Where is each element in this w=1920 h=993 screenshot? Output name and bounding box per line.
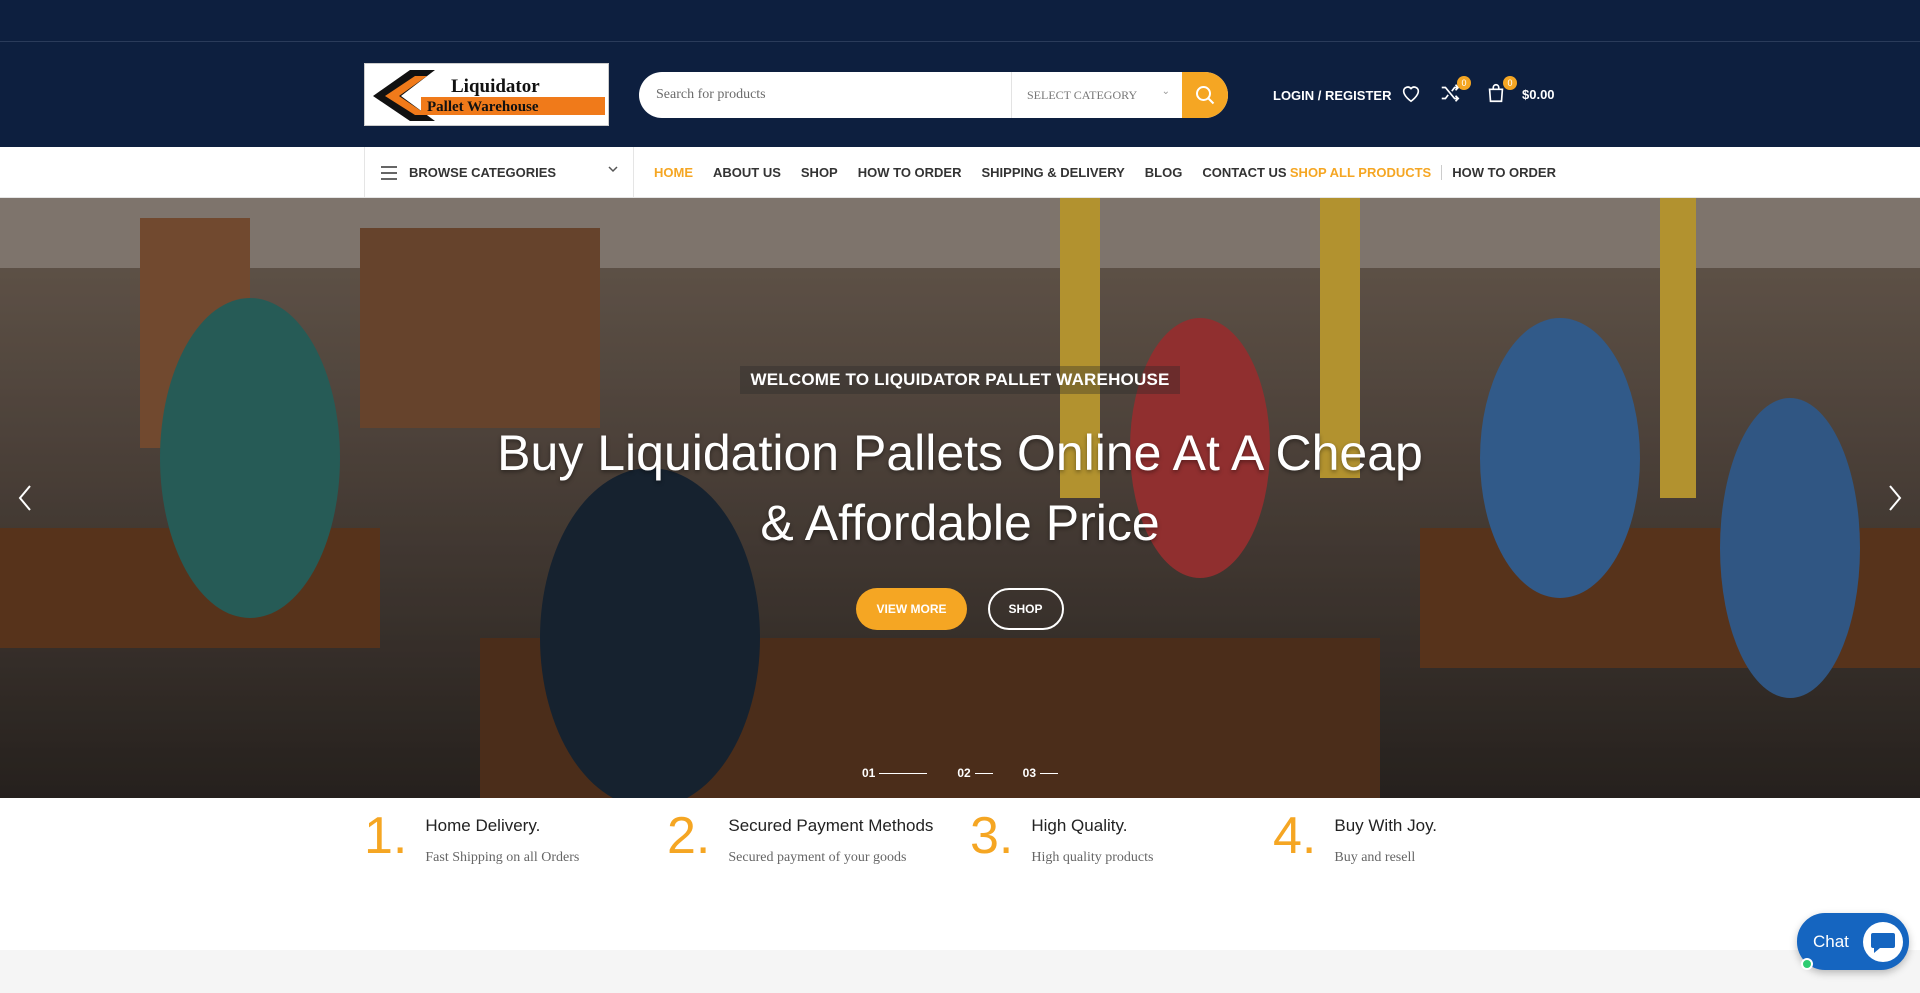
- compare-count-badge: 0: [1457, 76, 1471, 90]
- nav-shipping-delivery[interactable]: SHIPPING & DELIVERY: [982, 165, 1125, 180]
- category-select[interactable]: SELECT CATEGORY ⌄: [1011, 72, 1182, 118]
- search-icon: [1196, 86, 1215, 105]
- hero-kicker: WELCOME TO LIQUIDATOR PALLET WAREHOUSE: [0, 366, 1920, 394]
- compare-button[interactable]: 0: [1439, 76, 1471, 108]
- slide-progress-line: [974, 772, 993, 774]
- login-register-link[interactable]: LOGIN / REGISTER: [1273, 72, 1391, 118]
- feature-number: 3.: [970, 807, 1014, 865]
- nav-secondary: SHOP ALL PRODUCTS HOW TO ORDER: [1290, 147, 1556, 198]
- nav-home[interactable]: HOME: [654, 165, 693, 180]
- chat-bubble-icon: [1863, 922, 1903, 962]
- nav-about-us[interactable]: ABOUT US: [713, 165, 781, 180]
- chat-widget-button[interactable]: Chat: [1797, 913, 1909, 970]
- logo-text-1: Liquidator: [451, 76, 540, 97]
- feature-title: Secured Payment Methods: [728, 816, 934, 835]
- site-header: Liquidator Pallet Warehouse SELECT CATEG…: [0, 42, 1920, 147]
- feature-number: 4.: [1273, 807, 1317, 865]
- logo-text-2: Pallet Warehouse: [427, 99, 539, 115]
- slide-dot-2[interactable]: 02: [957, 766, 993, 780]
- nav-how-to-order[interactable]: HOW TO ORDER: [858, 165, 962, 180]
- category-select-label: SELECT CATEGORY: [1027, 87, 1138, 102]
- slide-dot-2-label: 02: [957, 766, 971, 780]
- chevron-down-icon: [608, 166, 618, 173]
- nav-shop[interactable]: SHOP: [801, 165, 838, 180]
- features-section: 1. Home Delivery. Fast Shipping on all O…: [0, 798, 1920, 950]
- search-button[interactable]: [1182, 72, 1228, 118]
- feature-item: 3. High Quality. High quality products: [970, 806, 1153, 866]
- slide-dot-1[interactable]: 01: [861, 766, 928, 780]
- slide-progress-line: [1040, 772, 1059, 774]
- chevron-left-icon[interactable]: [10, 478, 40, 518]
- search-input[interactable]: [639, 72, 1011, 118]
- shop-all-products-link[interactable]: SHOP ALL PRODUCTS: [1290, 165, 1443, 180]
- feature-item: 2. Secured Payment Methods Secured payme…: [667, 806, 933, 866]
- feature-description: Secured payment of your goods: [728, 850, 907, 865]
- heart-icon: [1402, 86, 1420, 103]
- feature-number: 2.: [667, 807, 711, 865]
- feature-item: 1. Home Delivery. Fast Shipping on all O…: [364, 806, 579, 866]
- cart-button[interactable]: 0: [1485, 76, 1517, 108]
- feature-title: Buy With Joy.: [1334, 816, 1438, 835]
- nav-blog[interactable]: BLOG: [1145, 165, 1183, 180]
- hamburger-icon: [381, 165, 397, 180]
- feature-title: High Quality.: [1031, 816, 1128, 835]
- hero-slider: WELCOME TO LIQUIDATOR PALLET WAREHOUSE B…: [0, 198, 1920, 798]
- chat-label: Chat: [1813, 931, 1849, 951]
- feature-title: Home Delivery.: [425, 816, 541, 835]
- wishlist-button[interactable]: [1400, 82, 1426, 108]
- hero-buttons: VIEW MORE SHOP: [0, 588, 1920, 630]
- cart-total[interactable]: $0.00: [1522, 87, 1555, 102]
- feature-item: 4. Buy With Joy. Buy and resell: [1273, 806, 1437, 866]
- site-logo[interactable]: Liquidator Pallet Warehouse: [364, 63, 609, 126]
- login-register-label: LOGIN / REGISTER: [1273, 87, 1392, 103]
- slider-pagination: 01 02 03: [0, 766, 1920, 780]
- slide-dot-3-label: 03: [1022, 766, 1037, 780]
- main-navbar: BROWSE CATEGORIES HOME ABOUT US SHOP HOW…: [0, 147, 1920, 198]
- search-bar: SELECT CATEGORY ⌄: [639, 72, 1228, 118]
- hero-title: Buy Liquidation Pallets Online At A Chea…: [460, 418, 1460, 558]
- feature-description: Buy and resell: [1334, 850, 1416, 865]
- feature-description: Fast Shipping on all Orders: [425, 850, 580, 865]
- feature-description: High quality products: [1031, 850, 1154, 865]
- nav-contact-us[interactable]: CONTACT US: [1202, 165, 1286, 180]
- slide-dot-3[interactable]: 03: [1022, 766, 1059, 780]
- how-to-order-link[interactable]: HOW TO ORDER: [1442, 165, 1556, 180]
- hero-title-line-2: & Affordable Price: [760, 495, 1160, 551]
- chevron-right-icon[interactable]: [1880, 478, 1910, 518]
- cart-count-badge: 0: [1503, 76, 1517, 90]
- view-more-button[interactable]: VIEW MORE: [856, 588, 967, 630]
- hero-kicker-text: WELCOME TO LIQUIDATOR PALLET WAREHOUSE: [740, 366, 1180, 394]
- nav-links: HOME ABOUT US SHOP HOW TO ORDER SHIPPING…: [654, 147, 1307, 198]
- chevron-down-icon: ⌄: [1161, 86, 1170, 97]
- feature-number: 1.: [364, 807, 408, 865]
- online-status-dot: [1801, 958, 1813, 970]
- browse-categories-button[interactable]: BROWSE CATEGORIES: [364, 147, 634, 198]
- slide-dot-1-label: 01: [861, 766, 876, 780]
- browse-categories-label: BROWSE CATEGORIES: [409, 165, 557, 180]
- shop-button[interactable]: SHOP: [987, 588, 1064, 630]
- top-bar: [0, 0, 1920, 42]
- slide-progress-line: [879, 772, 928, 774]
- hero-title-line-1: Buy Liquidation Pallets Online At A Chea…: [497, 425, 1423, 481]
